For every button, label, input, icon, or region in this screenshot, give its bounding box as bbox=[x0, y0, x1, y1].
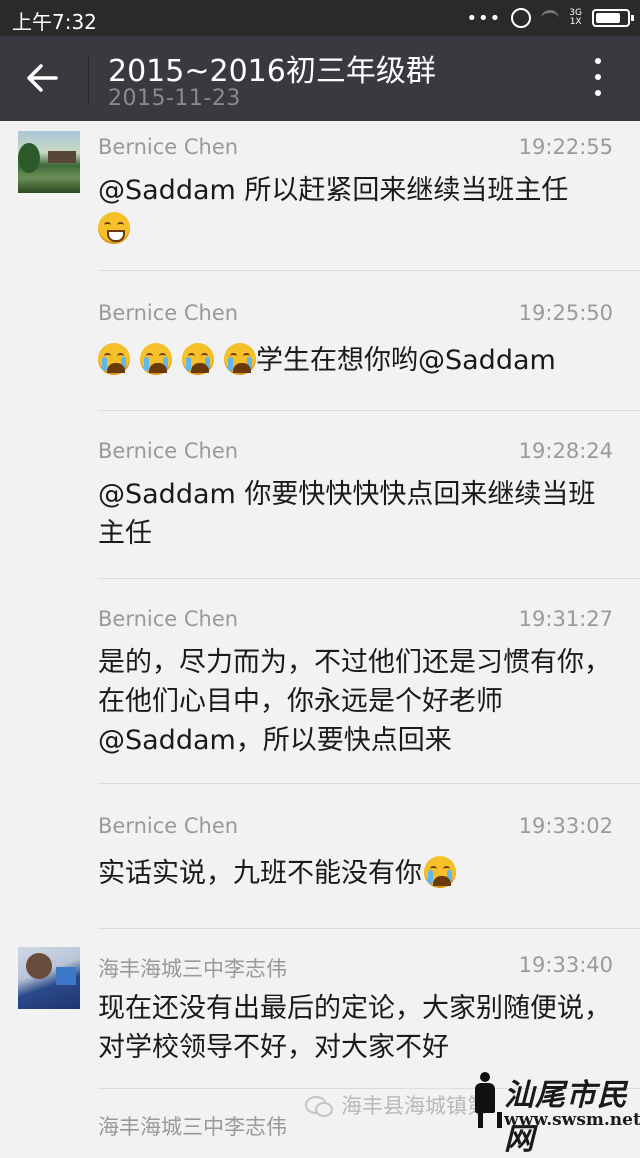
grin-emoji-icon bbox=[98, 212, 130, 244]
back-button[interactable] bbox=[14, 53, 70, 103]
chat-header: 2015~2016初三年级群 2015-11-23 bbox=[0, 36, 640, 121]
wifi-icon bbox=[541, 9, 560, 27]
status-bar: 上午7:32 ••• 3G 1X bbox=[0, 0, 640, 36]
message-item[interactable]: 海丰海城三中李志伟 19:33:40 现在还没有出最后的定论，大家别随便说，对学… bbox=[0, 929, 640, 1089]
crying-emoji-icon bbox=[98, 343, 130, 375]
more-vertical-icon bbox=[595, 58, 601, 96]
status-icons: ••• 3G 1X bbox=[466, 6, 634, 30]
avatar[interactable] bbox=[18, 131, 80, 193]
crying-emoji-icon bbox=[140, 343, 172, 375]
message-time: 19:28:24 bbox=[518, 439, 613, 463]
more-button[interactable] bbox=[586, 58, 610, 98]
sender-name: Bernice Chen bbox=[98, 607, 239, 631]
message-item[interactable]: Bernice Chen 19:33:02 实话实说，九班不能没有你 bbox=[0, 784, 640, 929]
message-text[interactable]: 学生在想你哟@Saddam bbox=[98, 341, 616, 380]
status-time: 上午7:32 bbox=[12, 10, 97, 34]
message-item[interactable]: Bernice Chen 19:25:50 学生在想你哟@Saddam bbox=[0, 271, 640, 411]
dots-icon: ••• bbox=[466, 7, 502, 29]
message-text[interactable]: @Saddam 你要快快快快点回来继续当班主任 bbox=[98, 475, 616, 553]
message-time: 19:25:50 bbox=[518, 301, 613, 325]
message-body: 学生在想你哟@Saddam bbox=[256, 345, 556, 376]
group-title: 2015~2016初三年级群 bbox=[108, 54, 436, 89]
site-logo: 汕尾市民网 www.swsm.net bbox=[466, 1070, 640, 1157]
message-item[interactable]: Bernice Chen 19:28:24 @Saddam 你要快快快快点回来继… bbox=[0, 411, 640, 579]
network-sub: 1X bbox=[569, 17, 582, 27]
crying-emoji-icon bbox=[182, 343, 214, 375]
sender-name: Bernice Chen bbox=[98, 814, 239, 838]
signal-icon: 3G 1X bbox=[569, 9, 582, 27]
sender-name: Bernice Chen bbox=[98, 439, 239, 463]
chat-date: 2015-11-23 bbox=[108, 86, 241, 111]
message-time: 19:22:55 bbox=[518, 135, 613, 159]
sender-name: Bernice Chen bbox=[98, 135, 239, 159]
sender-name: 海丰海城三中李志伟 bbox=[98, 1115, 287, 1138]
person-silhouette-icon bbox=[470, 1072, 502, 1128]
message-text[interactable]: 是的，尽力而为，不过他们还是习惯有你，在他们心目中，你永远是个好老师@Sadda… bbox=[98, 643, 616, 760]
message-list[interactable]: Bernice Chen 19:22:55 @Saddam 所以赶紧回来继续当班… bbox=[0, 121, 640, 1138]
header-divider bbox=[88, 54, 89, 104]
message-text[interactable]: 现在还没有出最后的定论，大家别随便说，对学校领导不好，对大家不好 bbox=[98, 989, 616, 1067]
message-body: 实话实说，九班不能没有你 bbox=[98, 858, 422, 889]
avatar[interactable] bbox=[18, 947, 80, 1009]
sender-name: 海丰海城三中李志伟 bbox=[98, 957, 287, 981]
watermark: 海丰县海城镇第 bbox=[305, 1090, 488, 1120]
site-url: www.swsm.net bbox=[504, 1110, 640, 1130]
message-time: 19:31:27 bbox=[518, 607, 613, 631]
message-body: @Saddam 所以赶紧回来继续当班主任 bbox=[98, 175, 569, 206]
sender-name: Bernice Chen bbox=[98, 301, 239, 325]
crying-emoji-icon bbox=[224, 343, 256, 375]
message-time: 19:33:02 bbox=[518, 814, 613, 838]
message-item[interactable]: Bernice Chen 19:22:55 @Saddam 所以赶紧回来继续当班… bbox=[0, 121, 640, 271]
wechat-icon bbox=[305, 1094, 333, 1117]
back-arrow-icon bbox=[27, 64, 58, 92]
crying-emoji-icon bbox=[424, 856, 456, 888]
message-time: 19:33:40 bbox=[518, 953, 613, 977]
message-text[interactable]: 实话实说，九班不能没有你 bbox=[98, 854, 616, 893]
battery-icon bbox=[592, 9, 634, 27]
alarm-icon bbox=[511, 8, 532, 28]
message-item[interactable]: Bernice Chen 19:31:27 是的，尽力而为，不过他们还是习惯有你… bbox=[0, 579, 640, 784]
message-text[interactable]: @Saddam 所以赶紧回来继续当班主任 bbox=[98, 171, 616, 249]
